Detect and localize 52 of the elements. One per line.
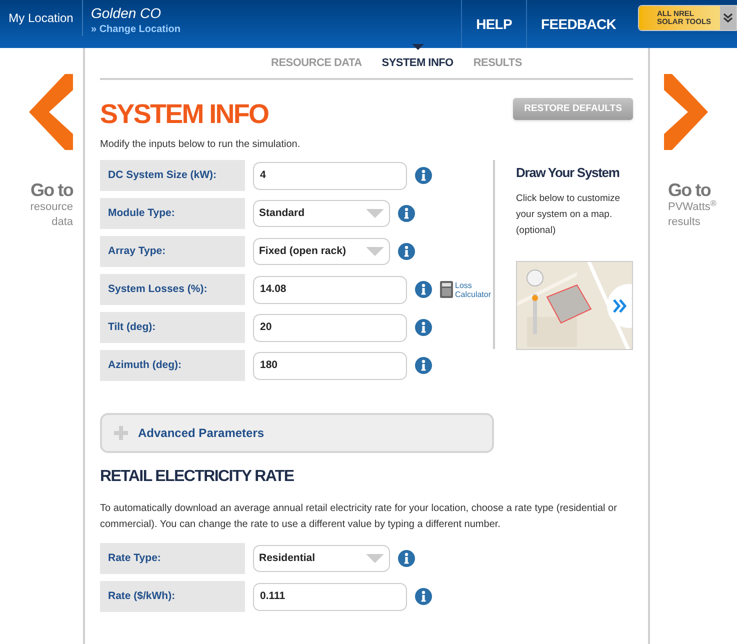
field-label: Module Type:: [100, 198, 245, 229]
info-icon[interactable]: [398, 243, 415, 260]
go-to-label: Go to: [30, 180, 73, 200]
my-location-button[interactable]: My Location: [0, 0, 83, 36]
info-icon[interactable]: [415, 357, 432, 374]
field-label: Tilt (deg):: [100, 312, 245, 343]
plus-icon: [114, 426, 128, 440]
draw-system-title: Draw Your System: [516, 164, 620, 182]
caret-icon: [366, 554, 384, 563]
field-label: Array Type:: [100, 236, 245, 267]
location-name: Golden CO: [91, 4, 162, 22]
change-location-link[interactable]: » Change Location: [91, 22, 462, 37]
nav-link[interactable]: HELP: [461, 0, 526, 48]
field-label: System Losses (%):: [100, 274, 245, 305]
input-field[interactable]: 4: [253, 162, 407, 190]
tab[interactable]: SYSTEM INFO: [382, 54, 454, 72]
previous-arrow-icon[interactable]: [29, 74, 73, 150]
loss-calculator-link[interactable]: Loss Calculator: [455, 280, 492, 298]
calculator-icon[interactable]: [440, 281, 453, 298]
go-to-label: Go to: [668, 180, 712, 200]
info-icon[interactable]: [415, 167, 432, 184]
caret-icon: [366, 209, 384, 218]
draw-system-text: Click below to customize your system on a map. (optional): [516, 192, 622, 238]
info-icon[interactable]: [415, 319, 432, 336]
go-to-text: results: [668, 215, 702, 230]
caret-icon: [366, 247, 384, 256]
advanced-parameters-panel[interactable]: Advanced Parameters: [100, 413, 494, 453]
field-label: Rate ($/kWh):: [100, 581, 245, 612]
page-title: SYSTEM INFO: [100, 98, 268, 130]
dropdown-field[interactable]: Residential: [253, 545, 390, 572]
input-field[interactable]: 180: [253, 352, 407, 380]
chevron-down-icon: [723, 13, 733, 23]
info-icon[interactable]: [415, 588, 432, 605]
info-icon[interactable]: [398, 550, 415, 567]
go-to-text: resource: [30, 200, 73, 215]
field-label: Rate Type:: [100, 543, 245, 574]
dropdown-field[interactable]: Fixed (open rack): [253, 238, 390, 265]
input-field[interactable]: 0.111: [253, 582, 407, 610]
dropdown-field[interactable]: Standard: [253, 200, 390, 227]
info-icon[interactable]: [415, 281, 432, 298]
section-heading: RETAIL ELECTRICITY RATE: [100, 467, 295, 487]
input-field[interactable]: 20: [253, 314, 407, 342]
nav-link[interactable]: FEEDBACK: [526, 0, 630, 48]
tab-pointer-icon: [412, 44, 424, 50]
input-field[interactable]: 14.08: [253, 276, 407, 304]
field-label: Azimuth (deg):: [100, 350, 245, 381]
intro-text: Modify the inputs below to run the simulation.: [100, 138, 302, 152]
field-label: DC System Size (kW):: [100, 160, 245, 191]
rate-description: To automatically download an average annual retail electricity rate for your location, choose a rate type (residential or commercial). You can change the rate to use a different value by typing a different number.: [100, 502, 618, 532]
info-icon[interactable]: [398, 205, 415, 222]
go-to-text: PVWatts$^{®}$: [668, 200, 718, 215]
go-to-text: data: [52, 215, 73, 230]
